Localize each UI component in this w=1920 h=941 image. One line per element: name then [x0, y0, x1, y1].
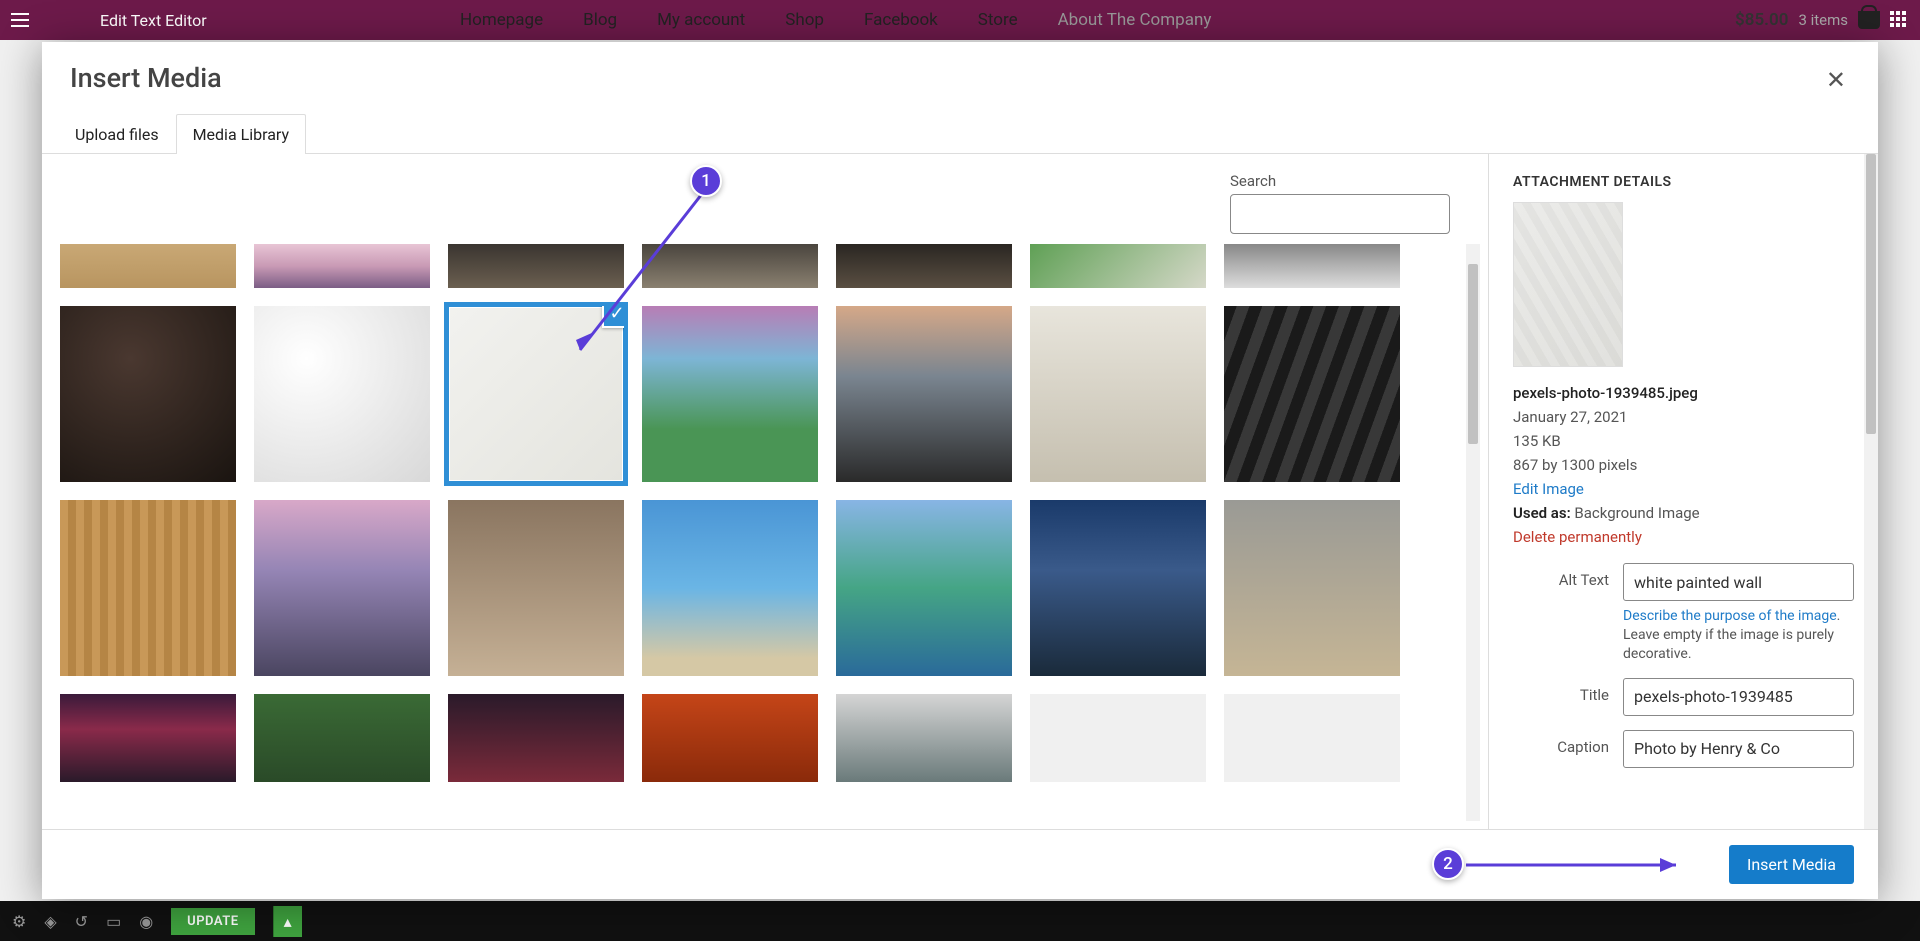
media-thumb[interactable]	[254, 244, 430, 288]
basket-icon	[1858, 11, 1880, 29]
attachment-details-panel: ATTACHMENT DETAILS pexels-photo-1939485.…	[1488, 154, 1878, 829]
nav-link[interactable]: About The Company	[1058, 10, 1212, 30]
insert-media-modal: Insert Media ✕ Upload files Media Librar…	[42, 42, 1878, 899]
attachment-filename: pexels-photo-1939485.jpeg	[1513, 381, 1854, 405]
alt-text-input[interactable]	[1623, 563, 1854, 601]
title-input[interactable]	[1623, 678, 1854, 716]
editor-title: Edit Text Editor	[100, 11, 207, 30]
media-thumb[interactable]	[642, 694, 818, 782]
eye-icon[interactable]: ◉	[139, 912, 153, 931]
media-thumb[interactable]	[836, 694, 1012, 782]
nav-link[interactable]: Blog	[583, 10, 617, 30]
media-thumb[interactable]	[254, 500, 430, 676]
attachment-date: January 27, 2021	[1513, 405, 1854, 429]
media-thumb[interactable]	[836, 500, 1012, 676]
media-thumb[interactable]	[1030, 694, 1206, 782]
insert-media-button[interactable]: Insert Media	[1729, 845, 1854, 884]
tab-media-library[interactable]: Media Library	[176, 114, 306, 154]
caption-label: Caption	[1513, 730, 1623, 756]
edit-image-link[interactable]: Edit Image	[1513, 480, 1584, 498]
desktop-icon[interactable]: ▭	[106, 912, 121, 931]
media-browser: Search ✓	[42, 154, 1488, 829]
gear-icon[interactable]: ⚙	[12, 912, 26, 931]
media-thumb[interactable]	[1224, 244, 1400, 288]
nav-link[interactable]: Facebook	[864, 10, 938, 30]
media-thumb[interactable]	[60, 306, 236, 482]
history-icon[interactable]: ↺	[75, 912, 88, 931]
media-thumb[interactable]	[60, 500, 236, 676]
attachment-preview	[1513, 202, 1623, 367]
layers-icon[interactable]: ◈	[44, 912, 56, 931]
sidebar-scrollbar[interactable]	[1864, 154, 1878, 829]
modal-tabs: Upload files Media Library	[42, 114, 1878, 154]
media-thumb[interactable]	[448, 244, 624, 288]
media-thumb[interactable]	[1030, 306, 1206, 482]
media-thumb[interactable]	[254, 306, 430, 482]
tab-upload-files[interactable]: Upload files	[58, 114, 176, 154]
media-thumb-selected[interactable]: ✓	[448, 306, 624, 482]
attachment-heading: ATTACHMENT DETAILS	[1513, 174, 1854, 190]
used-as-value: Background Image	[1574, 504, 1699, 522]
title-label: Title	[1513, 678, 1623, 704]
media-thumb[interactable]	[448, 500, 624, 676]
caption-input[interactable]	[1623, 730, 1854, 768]
media-thumb[interactable]	[1030, 244, 1206, 288]
media-thumb[interactable]	[1224, 306, 1400, 482]
cart-items: 3 items	[1798, 11, 1848, 29]
hamburger-icon[interactable]	[0, 0, 40, 40]
alt-help-link[interactable]: Describe the purpose of the image	[1623, 608, 1837, 624]
modal-footer: Insert Media	[42, 829, 1878, 899]
attachment-size: 135 KB	[1513, 429, 1854, 453]
update-button[interactable]: UPDATE	[171, 908, 254, 935]
media-thumb[interactable]	[836, 306, 1012, 482]
used-as-label: Used as:	[1513, 504, 1571, 522]
check-icon: ✓	[602, 306, 624, 328]
alt-text-help: Describe the purpose of the image. Leave…	[1623, 607, 1854, 664]
media-thumb[interactable]	[642, 500, 818, 676]
media-thumb[interactable]	[642, 244, 818, 288]
nav-link[interactable]: Shop	[785, 10, 824, 30]
media-thumb[interactable]	[1030, 500, 1206, 676]
search-input[interactable]	[1230, 194, 1450, 234]
thumbnail-grid: ✓	[60, 244, 1480, 792]
annotation-badge-2: 2	[1432, 848, 1464, 880]
media-thumb[interactable]	[1224, 500, 1400, 676]
editor-bottom-bar: ⚙ ◈ ↺ ▭ ◉ UPDATE ▴	[0, 901, 1920, 941]
media-thumb[interactable]	[642, 306, 818, 482]
delete-permanently-link[interactable]: Delete permanently	[1513, 528, 1642, 546]
annotation-badge-1: 1	[690, 165, 722, 197]
thumbnails-scroll[interactable]: ✓	[60, 244, 1480, 821]
media-thumb[interactable]	[836, 244, 1012, 288]
media-thumb[interactable]	[60, 244, 236, 288]
media-thumb[interactable]	[448, 694, 624, 782]
site-nav: Homepage Blog My account Shop Facebook S…	[400, 0, 1920, 40]
nav-link[interactable]: Homepage	[460, 10, 543, 30]
cart-summary[interactable]: $85.00 3 items	[1735, 10, 1880, 30]
modal-header: Insert Media ✕	[42, 42, 1878, 106]
nav-link[interactable]: Store	[978, 10, 1018, 30]
nav-link[interactable]: My account	[657, 10, 745, 30]
update-dropdown[interactable]: ▴	[273, 906, 302, 937]
alt-text-label: Alt Text	[1513, 563, 1623, 589]
search-label: Search	[1230, 172, 1450, 190]
thumbs-scrollbar[interactable]	[1466, 244, 1480, 821]
attachment-dimensions: 867 by 1300 pixels	[1513, 453, 1854, 477]
media-thumb[interactable]	[1224, 694, 1400, 782]
close-icon[interactable]: ✕	[1822, 62, 1850, 98]
cart-price: $85.00	[1735, 10, 1788, 30]
attachment-info: pexels-photo-1939485.jpeg January 27, 20…	[1513, 381, 1854, 549]
media-thumb[interactable]	[60, 694, 236, 782]
modal-title: Insert Media	[70, 62, 222, 94]
media-thumb[interactable]	[254, 694, 430, 782]
